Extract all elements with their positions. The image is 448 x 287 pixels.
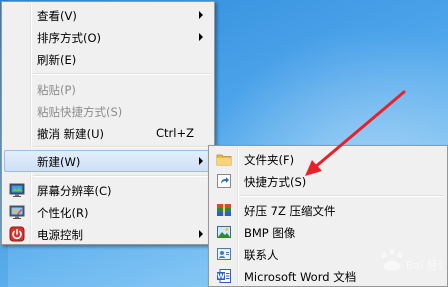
menu-item-screen-resolution[interactable]: 屏幕分辨率(C) [4,179,212,201]
menu-item-power-control[interactable]: 电源控制 [4,223,212,245]
menu-item-label: 个性化(R) [37,206,89,220]
watermark-text: Bai 经验 [406,258,442,272]
menu-item-personalize[interactable]: 个性化(R) [4,201,212,223]
menu-item-view[interactable]: 查看(V) [4,4,212,26]
menu-separator [33,73,211,75]
menu-item-label: 查看(V) [37,9,77,23]
menu-item-label: 刷新(E) [37,53,77,67]
submenu-item-7z-archive[interactable]: 好压 7Z 压缩文件 [211,199,445,221]
folder-icon [216,151,232,167]
archive-icon [216,202,232,218]
watermark-logo: Bai 经验 [370,245,448,281]
menu-item-paste[interactable]: 粘贴(P) [4,78,212,100]
submenu-arrow-icon [199,230,203,238]
svg-text:W: W [217,273,225,281]
menu-item-paste-shortcut[interactable]: 粘贴快捷方式(S) [4,100,212,122]
menu-item-new[interactable]: 新建(W) [4,150,212,172]
submenu-arrow-icon [199,33,203,41]
submenu-item-label: BMP 图像 [244,226,296,240]
submenu-arrow-icon [199,11,203,19]
menu-item-label: 电源控制 [37,228,83,242]
bmp-image-icon [216,224,232,240]
menu-separator [240,195,444,197]
menu-item-undo-new[interactable]: 撤消 新建(U) Ctrl+Z [4,122,212,144]
submenu-item-folder[interactable]: 文件夹(F) [211,148,445,170]
menu-item-label: 新建(W) [37,155,81,169]
submenu-item-label: 快捷方式(S) [244,175,307,189]
menu-separator [33,175,211,177]
word-icon: W [216,268,232,284]
menu-item-label: 撤消 新建(U) [37,127,105,141]
screen-resolution-icon [9,182,25,198]
menu-separator [33,146,211,148]
menu-item-sort-by[interactable]: 排序方式(O) [4,26,212,48]
submenu-item-label: 文件夹(F) [244,153,295,167]
contact-icon [216,246,232,262]
submenu-item-label: 联系人 [244,248,279,262]
desktop-context-menu: 查看(V) 排序方式(O) 刷新(E) 粘贴(P) 粘贴快捷方式(S) 撤消 新… [1,1,215,245]
menu-item-label: 屏幕分辨率(C) [37,184,112,198]
submenu-arrow-icon [199,157,203,165]
menu-item-label: 排序方式(O) [37,31,102,45]
shortcut-icon [216,173,232,189]
power-icon [9,226,25,242]
menu-item-label: 粘贴(P) [37,83,76,97]
submenu-item-label: Microsoft Word 文档 [244,270,357,284]
menu-item-refresh[interactable]: 刷新(E) [4,48,212,70]
submenu-item-shortcut[interactable]: 快捷方式(S) [211,170,445,192]
submenu-item-bmp-image[interactable]: BMP 图像 [211,221,445,243]
personalize-icon [9,204,25,220]
submenu-item-label: 好压 7Z 压缩文件 [244,204,336,218]
menu-item-shortcut: Ctrl+Z [156,126,194,140]
menu-item-label: 粘贴快捷方式(S) [37,105,123,119]
